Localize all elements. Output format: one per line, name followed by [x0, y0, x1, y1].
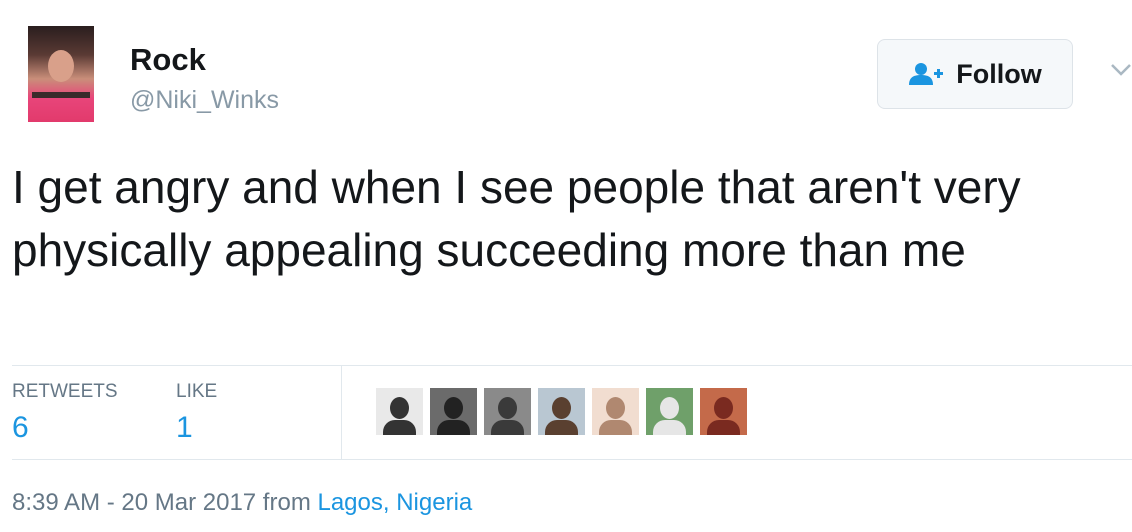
liker-avatar[interactable]: [646, 388, 693, 435]
liker-avatar[interactable]: [484, 388, 531, 435]
liker-avatar-figure: [714, 397, 733, 419]
retweets-count[interactable]: 6: [12, 411, 29, 445]
liker-avatar[interactable]: [700, 388, 747, 435]
liker-avatar-body: [653, 420, 686, 435]
follow-button-label: Follow: [956, 58, 1042, 89]
liker-avatar-body: [437, 420, 470, 435]
liker-avatar-figure: [660, 397, 679, 419]
tweet-location-link[interactable]: Lagos, Nigeria: [317, 489, 472, 516]
liker-avatar-figure: [552, 397, 571, 419]
liker-avatar[interactable]: [376, 388, 423, 435]
liker-avatar-body: [545, 420, 578, 435]
chevron-down-icon[interactable]: [1110, 62, 1132, 78]
liker-avatar-figure: [444, 397, 463, 419]
avatar-caption-band: [32, 92, 90, 98]
retweets-label: RETWEETS: [12, 381, 118, 402]
tweet-text: I get angry and when I see people that a…: [12, 161, 1021, 276]
stats-bottom-divider: [12, 459, 1132, 460]
liker-avatar[interactable]: [592, 388, 639, 435]
liker-avatar-figure: [390, 397, 409, 419]
liker-avatar-body: [707, 420, 740, 435]
liker-avatar-body: [491, 420, 524, 435]
liker-avatar-body: [383, 420, 416, 435]
author-avatar[interactable]: [28, 26, 94, 122]
author-name[interactable]: Rock: [130, 42, 206, 78]
likes-label: LIKE: [176, 381, 218, 402]
timestamp-text: 8:39 AM - 20 Mar 2017 from: [12, 489, 318, 516]
liker-avatar-figure: [606, 397, 625, 419]
liker-avatar-figure: [498, 397, 517, 419]
stats-top-divider: [12, 365, 1132, 366]
add-user-icon: [909, 63, 944, 85]
avatar-face: [48, 50, 74, 82]
liker-avatar[interactable]: [430, 388, 477, 435]
follow-button[interactable]: Follow: [877, 39, 1073, 109]
stats-separator: [341, 366, 342, 459]
liker-avatar-body: [599, 420, 632, 435]
likes-count[interactable]: 1: [176, 411, 193, 445]
tweet-timestamp: 8:39 AM - 20 Mar 2017 from Lagos, Nigeri…: [12, 489, 472, 517]
liker-avatar[interactable]: [538, 388, 585, 435]
author-handle[interactable]: @Niki_Winks: [130, 86, 279, 115]
